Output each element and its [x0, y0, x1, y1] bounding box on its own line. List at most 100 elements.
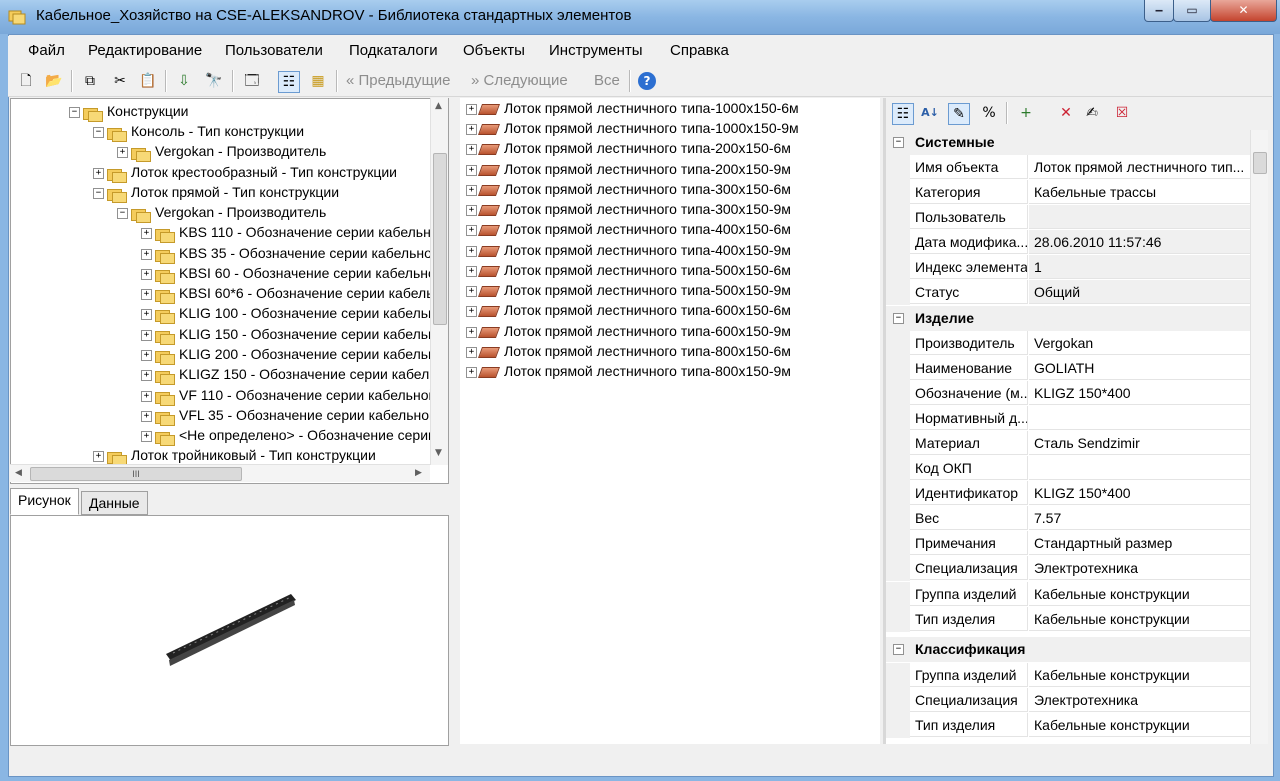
tree-node[interactable]: + KLIG 100 - Обозначение серии кабельной	[141, 303, 448, 324]
property-value[interactable]: Кабельные конструкции	[1029, 582, 1250, 606]
prev-button[interactable]: « Предыдущие	[346, 72, 451, 89]
tree-node[interactable]: + KBS 35 - Обозначение серии кабельной	[141, 243, 440, 264]
tree-node[interactable]: + KLIGZ 150 - Обозначение серии кабельной	[141, 364, 448, 385]
sort-az-icon[interactable]: A↓	[920, 103, 940, 123]
scroll-thumb[interactable]	[433, 153, 447, 325]
property-row[interactable]: Специализация Электротехника	[886, 556, 1250, 581]
menu-tools[interactable]: Инструменты	[549, 42, 643, 59]
property-value[interactable]: Стандартный размер	[1029, 531, 1250, 555]
property-value[interactable]: Кабельные трассы	[1029, 180, 1250, 204]
delete-property-icon[interactable]: ✕	[1056, 103, 1076, 123]
category-classification[interactable]: − Классификация	[886, 637, 1250, 662]
tree-expander[interactable]: +	[141, 349, 152, 361]
scroll-up-icon[interactable]: ▲	[435, 101, 442, 111]
property-value[interactable]: Электротехника	[1029, 556, 1250, 580]
all-button[interactable]: Все	[594, 72, 620, 89]
menu-objects[interactable]: Объекты	[463, 42, 525, 59]
tree-node[interactable]: + KBSI 60 - Обозначение серии кабельной	[141, 263, 444, 284]
list-item[interactable]: + Лоток прямой лестничного типа-200x150-9…	[466, 159, 791, 179]
tab-data[interactable]: Данные	[81, 491, 148, 515]
list-item[interactable]: + Лоток прямой лестничного типа-800x150-6…	[466, 341, 791, 361]
edit-note-icon[interactable]: ✍	[1082, 103, 1102, 123]
property-row[interactable]: Индекс элемента 1	[886, 255, 1250, 280]
tree-expander[interactable]: +	[141, 410, 152, 422]
menu-file[interactable]: Файл	[28, 42, 65, 59]
property-row[interactable]: Статус Общий	[886, 280, 1250, 305]
list-item[interactable]: + Лоток прямой лестничного типа-200x150-6…	[466, 138, 791, 158]
tree-expander[interactable]: +	[141, 369, 152, 381]
properties-icon[interactable]: 🗔	[242, 71, 262, 91]
menu-help[interactable]: Справка	[670, 42, 729, 59]
expander-plus-icon[interactable]: +	[466, 285, 477, 297]
scroll-left-icon[interactable]: ◀	[15, 468, 22, 478]
tree-node[interactable]: − Vergokan - Производитель	[117, 202, 326, 223]
property-value[interactable]: KLIGZ 150*400	[1029, 481, 1250, 505]
tree-expander[interactable]: +	[93, 450, 104, 462]
next-button[interactable]: » Следующие	[471, 72, 568, 89]
expander-plus-icon[interactable]: +	[466, 265, 477, 277]
percent-icon[interactable]: %	[979, 103, 999, 123]
tree-node[interactable]: + KLIG 200 - Обозначение серии кабельной	[141, 344, 448, 365]
tree-expander[interactable]: −	[93, 126, 104, 138]
menu-subcatalogs[interactable]: Подкаталоги	[349, 42, 438, 59]
collapse-icon[interactable]: −	[893, 137, 904, 148]
table-view-icon[interactable]: ▦	[308, 71, 328, 91]
find-binoculars-icon[interactable]: 🔭	[204, 71, 224, 91]
tab-picture[interactable]: Рисунок	[10, 488, 79, 515]
clear-list-icon[interactable]: ☒	[1112, 103, 1132, 123]
property-value[interactable]: Общий	[1029, 280, 1250, 304]
list-item[interactable]: + Лоток прямой лестничного типа-600x150-6…	[466, 300, 791, 320]
tree-node[interactable]: + Лоток крестообразный - Тип конструкции	[93, 162, 397, 183]
property-row[interactable]: Материал Сталь Sendzimir	[886, 431, 1250, 456]
property-value[interactable]: Vergokan	[1029, 331, 1250, 355]
tree-node[interactable]: + VF 110 - Обозначение серии кабельной	[141, 385, 436, 406]
open-folder-icon[interactable]: 📂	[44, 71, 64, 91]
add-property-icon[interactable]: +	[1016, 103, 1036, 123]
tree-expander[interactable]: +	[141, 430, 152, 442]
property-value[interactable]: Кабельные конструкции	[1029, 663, 1250, 687]
list-item[interactable]: + Лоток прямой лестничного типа-300x150-6…	[466, 179, 791, 199]
tree-expander[interactable]: −	[69, 106, 80, 118]
tree-node[interactable]: + KLIG 150 - Обозначение серии кабельной	[141, 324, 448, 345]
property-value[interactable]: 28.06.2010 11:57:46	[1029, 230, 1250, 254]
property-row[interactable]: Примечания Стандартный размер	[886, 531, 1250, 556]
property-value[interactable]: GOLIATH	[1029, 356, 1250, 380]
property-value[interactable]: Кабельные конструкции	[1029, 713, 1250, 737]
expander-plus-icon[interactable]: +	[466, 305, 477, 317]
import-icon[interactable]: ⇩	[174, 71, 194, 91]
category-product[interactable]: − Изделие	[886, 306, 1250, 331]
property-value[interactable]	[1029, 205, 1250, 229]
property-row[interactable]: Код ОКП	[886, 456, 1250, 481]
catalog-tree[interactable]: − Конструкции − Консоль - Тип конструкции …	[10, 98, 449, 484]
new-document-icon[interactable]: 🗋	[16, 71, 36, 91]
tree-horizontal-scrollbar[interactable]: ◀ III ▶	[10, 464, 430, 482]
tree-expander[interactable]: −	[117, 207, 128, 219]
property-value[interactable]: KLIGZ 150*400	[1029, 381, 1250, 405]
property-value[interactable]	[1029, 406, 1250, 430]
tree-expander[interactable]: +	[141, 308, 152, 320]
tree-node[interactable]: + KBSI 60*6 - Обозначение серии кабельной	[141, 283, 448, 304]
expander-plus-icon[interactable]: +	[466, 245, 477, 257]
property-row[interactable]: Тип изделия Кабельные конструкции	[886, 607, 1250, 632]
property-value[interactable]: Кабельные конструкции	[1029, 607, 1250, 631]
tree-node[interactable]: − Лоток прямой - Тип конструкции	[93, 182, 339, 203]
expander-plus-icon[interactable]: +	[466, 123, 477, 135]
property-value[interactable]: Лоток прямой лестничного тип...	[1029, 155, 1250, 179]
list-item[interactable]: + Лоток прямой лестничного типа-400x150-6…	[466, 219, 791, 239]
menu-edit[interactable]: Редактирование	[88, 42, 202, 59]
tree-expander[interactable]: +	[93, 167, 104, 179]
property-row[interactable]: Наименование GOLIATH	[886, 356, 1250, 381]
property-grid-scrollbar[interactable]	[1250, 130, 1268, 744]
expander-plus-icon[interactable]: +	[466, 224, 477, 236]
scroll-thumb[interactable]	[1253, 152, 1267, 174]
cut-icon[interactable]: ✂	[110, 71, 130, 91]
close-button[interactable]: ✕	[1210, 0, 1277, 22]
expander-plus-icon[interactable]: +	[466, 366, 477, 378]
copy-icon[interactable]: ⧉	[80, 71, 100, 91]
tree-vertical-scrollbar[interactable]: ▲ ▼	[430, 98, 448, 465]
list-item[interactable]: + Лоток прямой лестничного типа-600x150-9…	[466, 321, 791, 341]
tree-node[interactable]: + <Не определено> - Обозначение серии	[141, 425, 436, 446]
tree-expander[interactable]: +	[141, 390, 152, 402]
list-item[interactable]: + Лоток прямой лестничного типа-400x150-9…	[466, 240, 791, 260]
property-row[interactable]: Идентификатор KLIGZ 150*400	[886, 481, 1250, 506]
